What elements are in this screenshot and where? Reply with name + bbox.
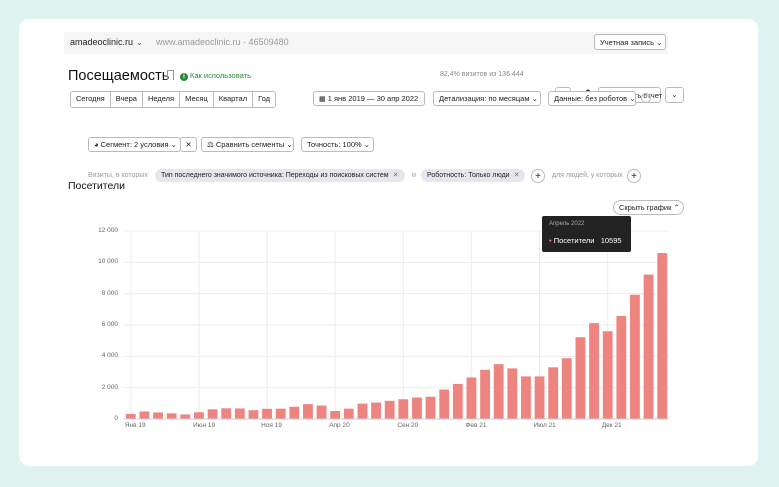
period-month[interactable]: Месяц	[180, 92, 214, 107]
add-filter-button[interactable]: +	[531, 169, 545, 183]
period-year[interactable]: Год	[253, 92, 276, 107]
period-week[interactable]: Неделя	[142, 92, 181, 107]
chevron-down-icon: ⌄	[656, 38, 663, 47]
period-quarter[interactable]: Квартал	[213, 92, 254, 107]
howto-link[interactable]: i Как использовать	[180, 71, 251, 81]
detail-label: Детализация: по месяцам	[439, 94, 530, 103]
account-label: Учетная запись	[600, 38, 655, 47]
visits-info: 82,4% визитов из 136 444	[440, 71, 524, 78]
chevron-down-icon: ⌄	[671, 90, 678, 99]
site-bar: amadeoclinic.ru ⌄ www.amadeoclinic.ru · 4…	[64, 32, 668, 54]
accuracy-label: Точность: 100%	[307, 140, 362, 149]
close-icon: ✕	[185, 140, 192, 149]
date-range-label: 1 янв 2019 — 30 апр 2022	[327, 94, 419, 103]
tooltip-date: Апрель 2022	[549, 221, 585, 227]
hide-chart-button[interactable]: Скрыть график ⌃	[613, 200, 684, 215]
chevron-down-icon: ⌄	[136, 38, 143, 47]
compare-icon: ⚖	[207, 140, 214, 149]
hide-chart-label: Скрыть график	[619, 203, 672, 212]
close-icon[interactable]: ✕	[393, 172, 399, 179]
date-range-button[interactable]: ▦ 1 янв 2019 — 30 апр 2022	[313, 91, 425, 106]
calendar-icon: ▦	[319, 96, 326, 103]
page-title: Посещаемость	[68, 68, 170, 84]
plus-icon: +	[535, 171, 541, 182]
clear-segment-button[interactable]: ✕	[180, 137, 197, 152]
filter-chip-source-label: Тип последнего значимого источника: Пере…	[161, 172, 389, 179]
filter-and: и	[412, 172, 416, 179]
filter-suffix: для людей, у которых	[552, 172, 623, 179]
compare-label: Сравнить сегменты	[215, 140, 285, 149]
account-button[interactable]: Учетная запись ⌄	[594, 34, 666, 50]
chevron-down-icon: ⌄	[170, 140, 177, 149]
data-label: Данные: без роботов	[554, 94, 628, 103]
segment-label: Сегмент: 2 условия	[100, 140, 169, 149]
series-dot: •	[549, 236, 552, 245]
tooltip-series-name: Посетители	[553, 236, 595, 245]
accuracy-dropdown[interactable]: Точность: 100% ⌄	[301, 137, 374, 152]
filter-chip-robots-label: Роботность: Только люди	[427, 172, 510, 179]
detail-dropdown[interactable]: Детализация: по месяцам ⌄	[433, 91, 541, 106]
site-url: www.amadeoclinic.ru · 46509480	[156, 37, 289, 47]
add-filter-people-button[interactable]: +	[627, 169, 641, 183]
compare-segments-dropdown[interactable]: ⚖ Сравнить сегменты ⌄	[201, 137, 294, 152]
chevron-up-icon: ⌃	[673, 203, 680, 212]
chart-tooltip: Апрель 2022 • Посетители 10595	[542, 216, 631, 252]
segment-dropdown[interactable]: ◕ Сегмент: 2 условия ⌄	[88, 137, 181, 152]
chart-title: Посетители	[68, 180, 125, 192]
data-dropdown[interactable]: Данные: без роботов ⌄	[548, 91, 636, 106]
filter-chip-source[interactable]: Тип последнего значимого источника: Пере…	[155, 169, 405, 182]
chevron-down-icon: ⌄	[531, 94, 538, 103]
chevron-down-icon: ⌄	[363, 140, 371, 149]
close-icon[interactable]: ✕	[514, 172, 520, 179]
period-selector: Сегодня Вчера Неделя Месяц Квартал Год	[70, 91, 277, 108]
filter-prefix: Визиты, в которых	[88, 172, 148, 179]
bookmark-icon[interactable]	[167, 70, 174, 80]
chevron-down-icon: ⌄	[629, 94, 636, 103]
period-today[interactable]: Сегодня	[71, 92, 111, 107]
save-report-menu[interactable]: ⌄	[665, 87, 684, 103]
counter-id: · 46509480	[243, 37, 289, 47]
pie-icon: ◕	[94, 140, 99, 149]
tooltip-value: 10595	[600, 236, 622, 245]
chevron-down-icon: ⌄	[286, 140, 293, 149]
period-yesterday[interactable]: Вчера	[110, 92, 143, 107]
howto-label: Как использовать	[190, 71, 251, 80]
help-icon[interactable]: ?	[641, 93, 651, 103]
info-icon: i	[180, 73, 188, 81]
tooltip-series: • Посетители 10595	[549, 236, 622, 245]
site-url-text: www.amadeoclinic.ru	[156, 37, 241, 47]
site-selector[interactable]: amadeoclinic.ru ⌄	[70, 37, 143, 47]
site-name: amadeoclinic.ru	[70, 37, 134, 47]
filter-chip-robots[interactable]: Роботность: Только люди ✕	[421, 169, 526, 182]
plus-icon: +	[631, 171, 637, 182]
